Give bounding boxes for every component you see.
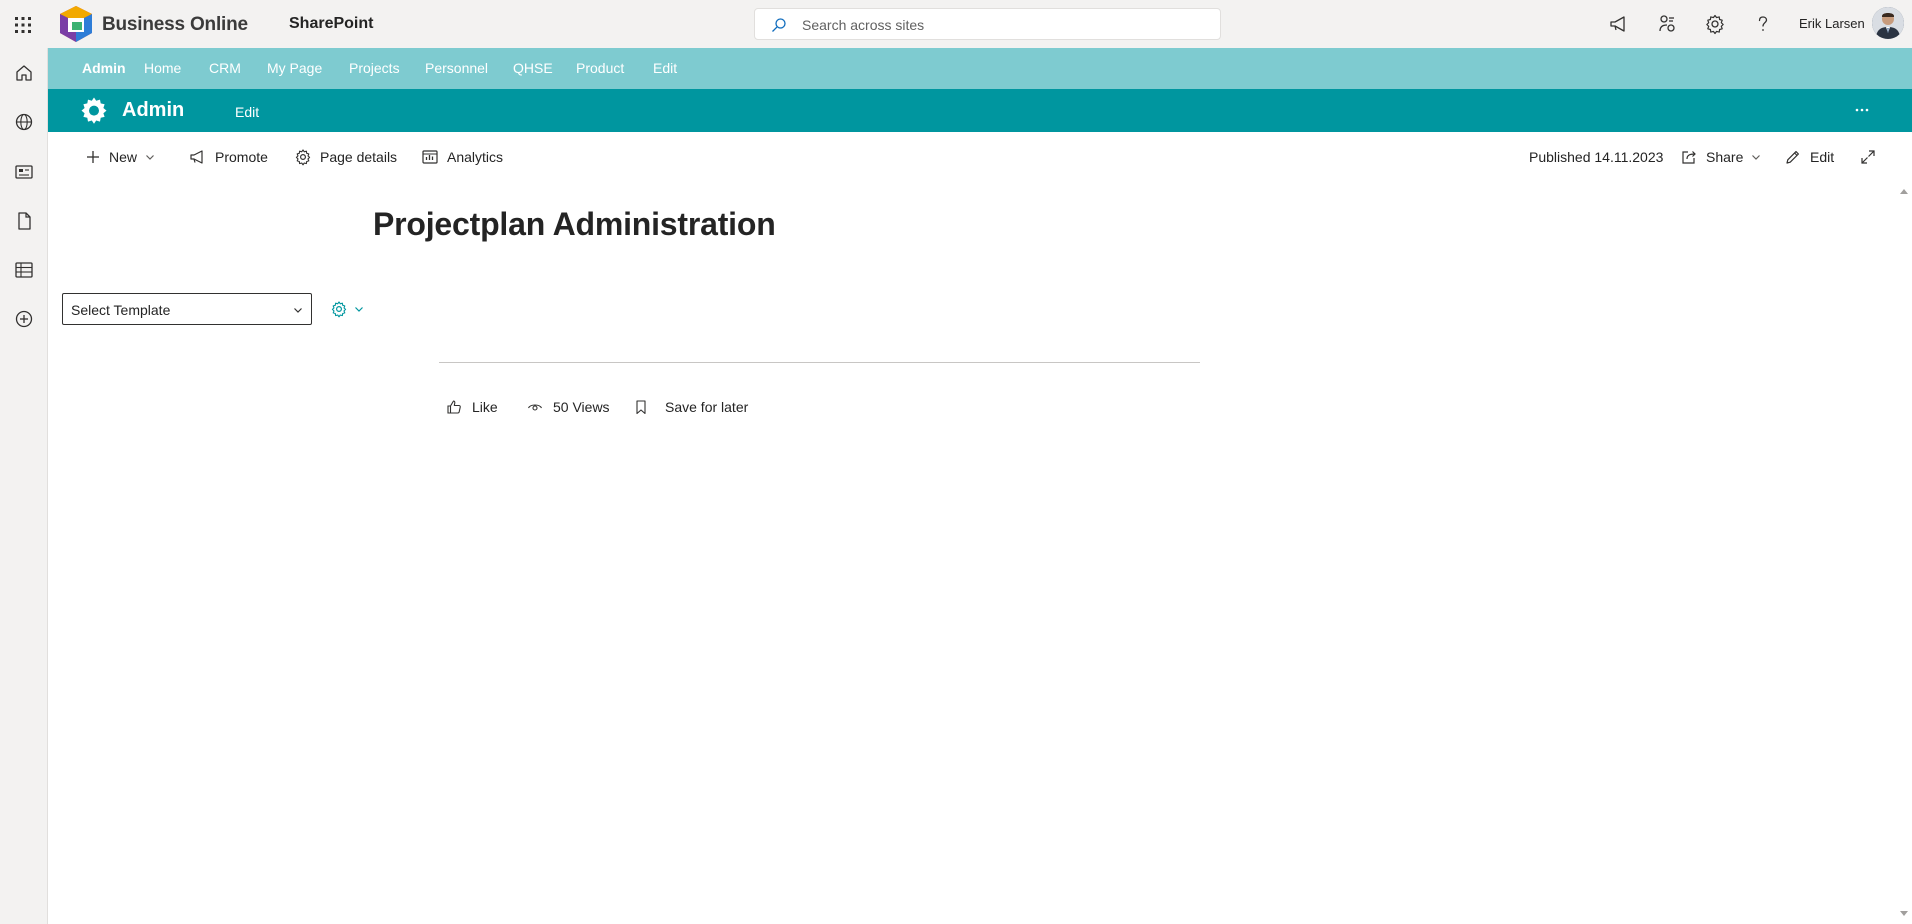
gear-icon [295, 149, 311, 166]
scroll-down-arrow[interactable] [1898, 908, 1910, 920]
search-box[interactable]: Search across sites [754, 8, 1221, 40]
app-name[interactable]: SharePoint [289, 15, 373, 33]
content-divider [439, 362, 1200, 363]
like-button[interactable]: Like [446, 396, 498, 418]
brand-logo[interactable] [54, 3, 98, 45]
page-details-label: Page details [320, 149, 398, 165]
plus-icon [87, 151, 99, 163]
template-select[interactable]: Select Template [62, 293, 312, 325]
globe-icon[interactable] [13, 111, 35, 133]
page-title: Projectplan Administration [373, 206, 776, 242]
views-label: 50 Views [553, 399, 610, 415]
gear-icon [331, 301, 347, 318]
search-input[interactable]: Search across sites [802, 17, 924, 33]
waffle-icon[interactable] [10, 12, 36, 38]
eye-icon [528, 404, 542, 411]
chevron-down-icon [355, 307, 363, 312]
site-title[interactable]: Admin [122, 99, 184, 122]
hub-nav-admin[interactable]: Admin [82, 60, 126, 76]
hub-nav-projects[interactable]: Projects [349, 60, 400, 76]
hub-navigation: Admin Home CRM My Page Projects Personne… [48, 48, 1912, 89]
hub-nav-crm[interactable]: CRM [209, 60, 241, 76]
new-button[interactable]: New [85, 146, 155, 168]
analytics-button[interactable]: Analytics [421, 146, 503, 168]
promote-button[interactable]: Promote [189, 146, 268, 168]
expand-icon[interactable] [1859, 146, 1885, 168]
like-label: Like [472, 399, 498, 415]
pencil-icon [1786, 151, 1799, 164]
share-icon [1682, 151, 1696, 164]
share-button[interactable]: Share [1680, 146, 1761, 168]
analytics-label: Analytics [447, 149, 504, 165]
chevron-down-icon [294, 308, 302, 313]
template-settings-button[interactable] [330, 300, 370, 318]
avatar[interactable] [1872, 7, 1904, 39]
share-network-icon[interactable] [1656, 13, 1678, 35]
save-for-later-button[interactable]: Save for later [633, 396, 748, 418]
site-header: Admin Edit [48, 89, 1912, 132]
template-select-value: Select Template [71, 302, 171, 318]
brand-name: Business Online [102, 14, 248, 35]
search-icon [772, 18, 786, 32]
hub-nav-personnel[interactable]: Personnel [425, 60, 488, 76]
hub-nav-home[interactable]: Home [144, 60, 181, 76]
bookmark-icon [636, 400, 646, 415]
analytics-icon [422, 150, 438, 164]
share-label: Share [1706, 149, 1744, 165]
document-icon[interactable] [13, 210, 35, 232]
gear-icon[interactable] [1704, 13, 1726, 35]
add-icon[interactable] [13, 308, 35, 330]
edit-button[interactable]: Edit [1784, 146, 1834, 168]
command-bar: New Promote Page details Analytics Publi… [48, 132, 1912, 180]
hub-nav-qhse[interactable]: QHSE [513, 60, 553, 76]
help-icon[interactable] [1752, 13, 1774, 35]
hub-nav-edit[interactable]: Edit [653, 60, 677, 76]
published-label: Published 14.11.2023 [1529, 149, 1664, 165]
megaphone-icon[interactable] [1608, 13, 1630, 35]
site-logo-gear-icon[interactable] [79, 96, 109, 126]
hub-nav-my-page[interactable]: My Page [267, 60, 322, 76]
new-label: New [109, 149, 138, 165]
page-details-button[interactable]: Page details [294, 146, 397, 168]
thumbs-up-icon [447, 400, 461, 414]
site-edit-link[interactable]: Edit [235, 104, 259, 120]
suite-bar: Business Online SharePoint Search across… [0, 0, 1912, 48]
chevron-down-icon [1752, 155, 1761, 160]
news-icon[interactable] [13, 161, 35, 183]
chevron-down-icon [146, 155, 154, 160]
scroll-up-arrow[interactable] [1898, 185, 1910, 197]
save-for-later-label: Save for later [665, 399, 749, 415]
app-bar [0, 48, 48, 924]
published-status: Published 14.11.2023 [1529, 146, 1663, 168]
list-icon[interactable] [13, 259, 35, 281]
edit-label: Edit [1810, 149, 1835, 165]
megaphone-icon [190, 150, 203, 164]
promote-label: Promote [215, 149, 268, 165]
home-icon[interactable] [13, 62, 35, 84]
views-count: 50 Views [527, 396, 610, 418]
more-options-icon[interactable] [1850, 100, 1874, 120]
user-name[interactable]: Erik Larsen [1799, 16, 1865, 31]
hub-nav-product[interactable]: Product [576, 60, 624, 76]
